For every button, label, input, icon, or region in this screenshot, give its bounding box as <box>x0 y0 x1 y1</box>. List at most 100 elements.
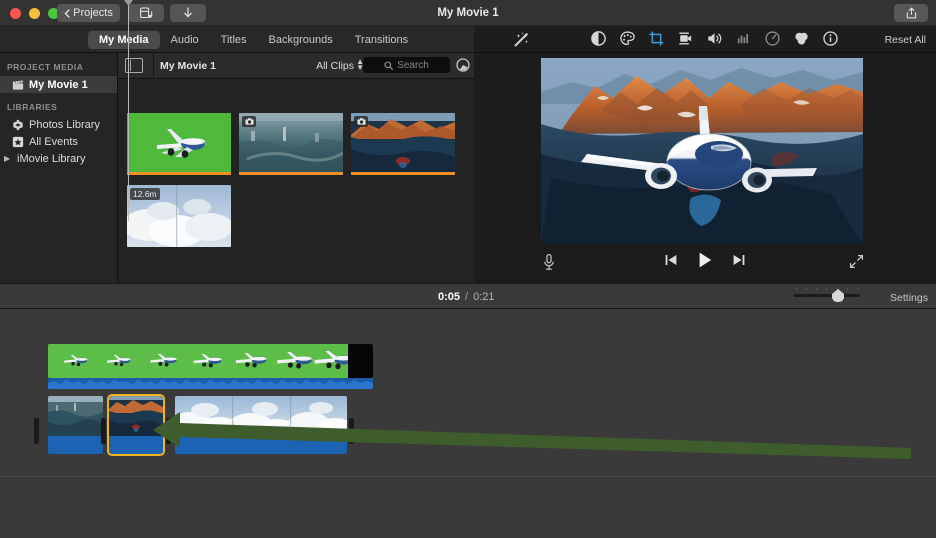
magic-wand-icon[interactable] <box>512 31 530 49</box>
crop-icon[interactable] <box>648 30 665 47</box>
media-browser: My Movie 1 All Clips ▲ ▼ Search 12.6m <box>118 53 474 283</box>
share-icon <box>906 7 916 19</box>
clips-filter-button[interactable]: All Clips <box>316 60 354 72</box>
search-icon <box>384 60 394 70</box>
viewer-controls <box>474 251 936 273</box>
airplane-greenscreen-thumbnail <box>157 129 207 158</box>
used-indicator-bar <box>239 172 343 175</box>
gear-icon[interactable] <box>456 58 470 72</box>
skip-forward-icon[interactable] <box>732 253 746 267</box>
airplane-over-mountains-frame <box>541 58 863 244</box>
timeline-toolbar: 0:05 / 0:21 Settings <box>0 283 936 309</box>
expand-icon[interactable] <box>849 254 864 269</box>
search-input[interactable]: Search <box>363 57 450 73</box>
transport-controls <box>474 251 936 269</box>
stabilization-icon[interactable] <box>677 30 694 47</box>
camera-icon <box>356 118 366 125</box>
sidebar-item-photos-library[interactable]: Photos Library <box>0 116 117 133</box>
tab-titles[interactable]: Titles <box>210 31 258 49</box>
color-balance-icon[interactable] <box>590 30 607 47</box>
used-indicator-bar <box>127 172 231 175</box>
clip-filter-icon[interactable] <box>793 30 810 47</box>
media-grid: 12.6m <box>118 79 474 247</box>
sidebar-item-my-movie-1[interactable]: My Movie 1 <box>0 76 117 93</box>
skip-back-icon[interactable] <box>664 253 678 267</box>
audio-waveform <box>48 378 373 389</box>
time-separator: / <box>465 291 469 303</box>
timeline-settings-button[interactable]: Settings <box>890 292 928 304</box>
info-icon[interactable] <box>822 30 839 47</box>
timeline-clip-aerial-city[interactable] <box>48 396 103 454</box>
clip-audio-band <box>48 436 103 454</box>
zoom-ticks <box>796 287 858 291</box>
total-time: 0:21 <box>473 291 495 303</box>
timeline-clip-clouds[interactable] <box>175 396 347 454</box>
color-correction-icon[interactable] <box>619 30 636 47</box>
reset-all-button[interactable]: Reset All <box>885 34 926 46</box>
timeline-clip-audio-waveform[interactable] <box>48 378 373 389</box>
clip-trim-handle[interactable] <box>34 418 39 444</box>
clip-audio-band <box>109 436 163 454</box>
adjustment-tool-list <box>590 30 839 47</box>
sidebar-item-label: My Movie 1 <box>29 78 88 91</box>
imovie-window: Projects My Movie 1 My Media Audio Title… <box>0 0 936 538</box>
aerial-city-filmstrip <box>48 396 103 436</box>
viewer-video-frame[interactable] <box>541 58 863 244</box>
clip-thumbnail <box>175 396 347 436</box>
timeline-clip-mountain-sunset[interactable] <box>107 394 165 456</box>
camera-icon <box>244 118 254 125</box>
timeline-clip-airplane-greenscreen[interactable] <box>48 344 373 378</box>
adjustments-toolbar: Reset All <box>474 26 936 53</box>
share-button[interactable] <box>894 4 928 22</box>
media-clip-airplane-greenscreen[interactable] <box>127 113 231 175</box>
timeline-playhead[interactable] <box>128 0 129 221</box>
sidebar-item-all-events[interactable]: All Events <box>0 133 117 150</box>
timecode-display: 0:05 / 0:21 <box>438 291 495 303</box>
window-title-bar: Projects My Movie 1 <box>0 0 936 26</box>
window-title: My Movie 1 <box>437 7 499 19</box>
photo-badge <box>354 116 368 127</box>
photo-badge <box>242 116 256 127</box>
star-icon <box>12 136 24 147</box>
disclosure-triangle-icon[interactable]: ▶ <box>4 154 12 163</box>
tab-backgrounds[interactable]: Backgrounds <box>258 31 344 49</box>
clip-thumbnail <box>109 396 163 436</box>
clip-trim-handle[interactable] <box>101 418 106 444</box>
clip-thumbnail <box>48 396 103 436</box>
tab-list: My Media Audio Titles Backgrounds Transi… <box>88 26 419 53</box>
sidebar-item-label: Photos Library <box>29 118 100 131</box>
clip-trim-handle[interactable] <box>166 418 171 444</box>
header-divider <box>153 53 154 78</box>
noise-reduction-icon[interactable] <box>735 30 752 47</box>
speed-icon[interactable] <box>764 30 781 47</box>
timeline-divider <box>0 476 936 477</box>
sidebar-header-libraries: LIBRARIES <box>7 102 58 112</box>
clip-black-frames <box>348 344 373 378</box>
clouds-filmstrip <box>175 396 347 436</box>
clip-duration-badge: 12.6m <box>130 188 160 200</box>
browser-header: My Movie 1 All Clips ▲ ▼ Search <box>118 53 474 79</box>
mountain-sunset-filmstrip <box>109 396 163 436</box>
sidebar-item-label: All Events <box>29 135 78 148</box>
sidebar-item-imovie-library[interactable]: ▶ iMovie Library <box>0 150 117 167</box>
current-time: 0:05 <box>438 291 461 303</box>
sidebar-header-project-media: PROJECT MEDIA <box>7 62 84 72</box>
tab-audio[interactable]: Audio <box>160 31 210 49</box>
greenscreen-filmstrip <box>48 344 355 378</box>
sidebar-item-label: iMovie Library <box>17 152 86 165</box>
photos-icon <box>13 119 23 130</box>
tab-my-media[interactable]: My Media <box>88 30 160 49</box>
media-clip-aerial-city[interactable] <box>239 113 343 175</box>
used-indicator-bar <box>351 172 455 175</box>
volume-icon[interactable] <box>706 30 723 47</box>
tab-transitions[interactable]: Transitions <box>344 31 419 49</box>
clip-trim-handle[interactable] <box>349 418 354 444</box>
timeline-zoom-slider[interactable] <box>794 294 860 297</box>
browser-title: My Movie 1 <box>160 60 217 72</box>
play-icon[interactable] <box>696 251 714 269</box>
clapperboard-icon <box>12 80 24 90</box>
search-placeholder: Search <box>397 59 429 71</box>
media-clip-mountain-sunset[interactable] <box>351 113 455 175</box>
media-clip-clouds[interactable]: 12.6m <box>127 185 231 247</box>
viewer-pane <box>474 53 936 283</box>
